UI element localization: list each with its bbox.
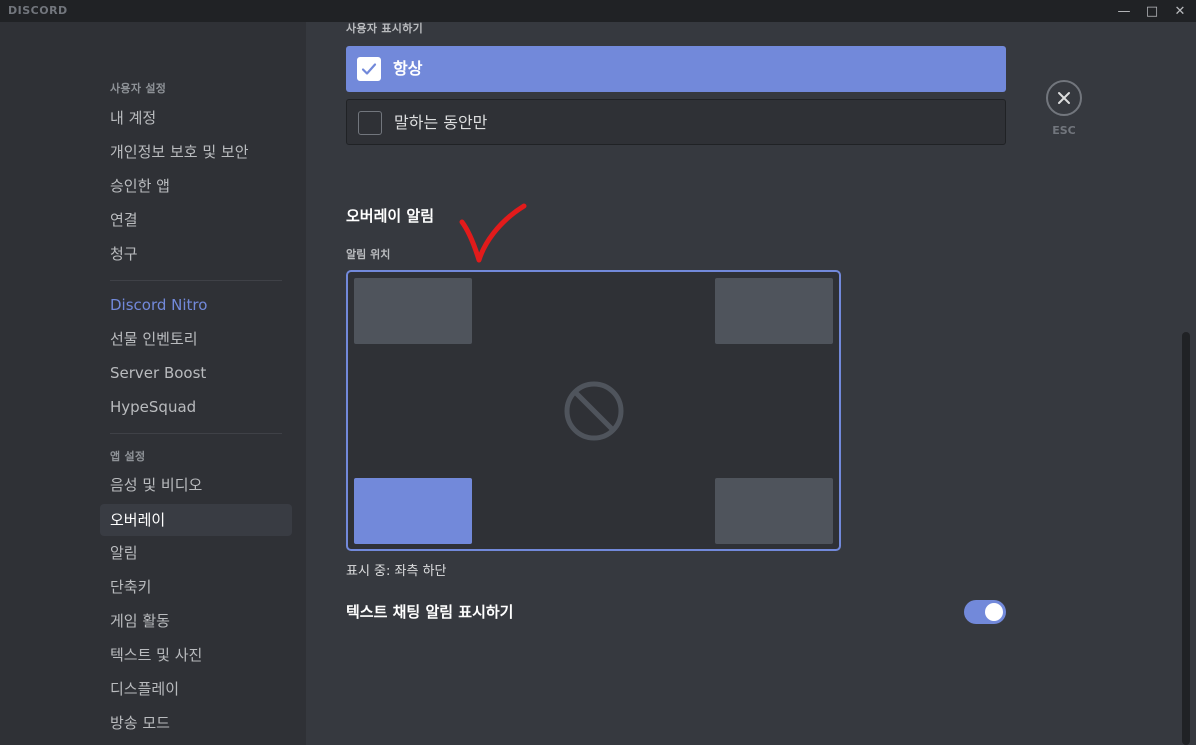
maximize-icon[interactable]: □: [1138, 0, 1166, 22]
show-users-label: 사용자 표시하기: [346, 22, 424, 35]
title-bar: DISCORD — □ ✕: [0, 0, 1196, 22]
settings-content: 사용자 표시하기 항상 말하는 동안만 ESC 오버레이 알림 알림 위치 표시…: [306, 22, 1196, 745]
text-chat-notifications-label: 텍스트 채팅 알림 표시하기: [346, 603, 514, 621]
disabled-circle-icon[interactable]: [563, 380, 625, 442]
text-chat-notifications-toggle[interactable]: [964, 600, 1006, 624]
user-settings-header: 사용자 설정: [110, 82, 167, 95]
red-checkmark-annotation: [459, 203, 527, 263]
esc-label: ESC: [1052, 124, 1076, 137]
sidebar-item-game-activity[interactable]: 게임 활동: [100, 605, 292, 637]
sidebar-divider: [110, 433, 282, 434]
close-icon: [1058, 92, 1070, 104]
option-speaking-only-label: 말하는 동안만: [394, 113, 488, 132]
position-bottom-right[interactable]: [715, 478, 833, 544]
position-top-right[interactable]: [715, 278, 833, 344]
checkbox-empty-icon: [358, 111, 382, 135]
sidebar-item-authorized-apps[interactable]: 승인한 앱: [100, 170, 292, 202]
toggle-knob: [985, 603, 1003, 621]
close-settings-button[interactable]: [1046, 80, 1082, 116]
sidebar-item-billing[interactable]: 청구: [100, 238, 292, 270]
notification-position-selector: [346, 270, 841, 551]
sidebar-item-notifications[interactable]: 알림: [100, 537, 292, 569]
sidebar-item-server-boost[interactable]: Server Boost: [100, 357, 292, 389]
option-speaking-only[interactable]: 말하는 동안만: [346, 99, 1006, 145]
sidebar-item-hypesquad[interactable]: HypeSquad: [100, 391, 292, 423]
overlay-notifications-heading: 오버레이 알림: [346, 207, 435, 225]
option-always[interactable]: 항상: [346, 46, 1006, 92]
position-top-left[interactable]: [354, 278, 472, 344]
app-logo: DISCORD: [8, 4, 68, 17]
sidebar-item-nitro[interactable]: Discord Nitro: [100, 289, 292, 321]
sidebar-item-overlay[interactable]: 오버레이: [100, 504, 292, 536]
sidebar-item-streamer-mode[interactable]: 방송 모드: [100, 707, 292, 739]
sidebar-item-gift-inventory[interactable]: 선물 인벤토리: [100, 323, 292, 355]
sidebar-item-voice-video[interactable]: 음성 및 비디오: [100, 469, 292, 501]
app-settings-header: 앱 설정: [110, 450, 146, 463]
notification-position-label: 알림 위치: [346, 248, 391, 261]
position-bottom-left[interactable]: [354, 478, 472, 544]
settings-sidebar: 사용자 설정 내 계정 개인정보 보호 및 보안 승인한 앱 연결 청구 Dis…: [0, 22, 306, 745]
sidebar-item-my-account[interactable]: 내 계정: [100, 102, 292, 134]
sidebar-item-privacy[interactable]: 개인정보 보호 및 보안: [100, 136, 292, 168]
sidebar-item-appearance[interactable]: 디스플레이: [100, 673, 292, 705]
content-scrollbar[interactable]: [1182, 332, 1190, 745]
checkbox-checked-icon: [357, 57, 381, 81]
sidebar-item-connections[interactable]: 연결: [100, 204, 292, 236]
sidebar-item-keybinds[interactable]: 단축키: [100, 571, 292, 603]
minimize-icon[interactable]: —: [1110, 0, 1138, 22]
close-icon[interactable]: ✕: [1166, 0, 1194, 22]
sidebar-item-text-images[interactable]: 텍스트 및 사진: [100, 639, 292, 671]
position-status-text: 표시 중: 좌측 하단: [346, 564, 447, 579]
option-always-label: 항상: [393, 59, 423, 78]
sidebar-divider: [110, 280, 282, 281]
